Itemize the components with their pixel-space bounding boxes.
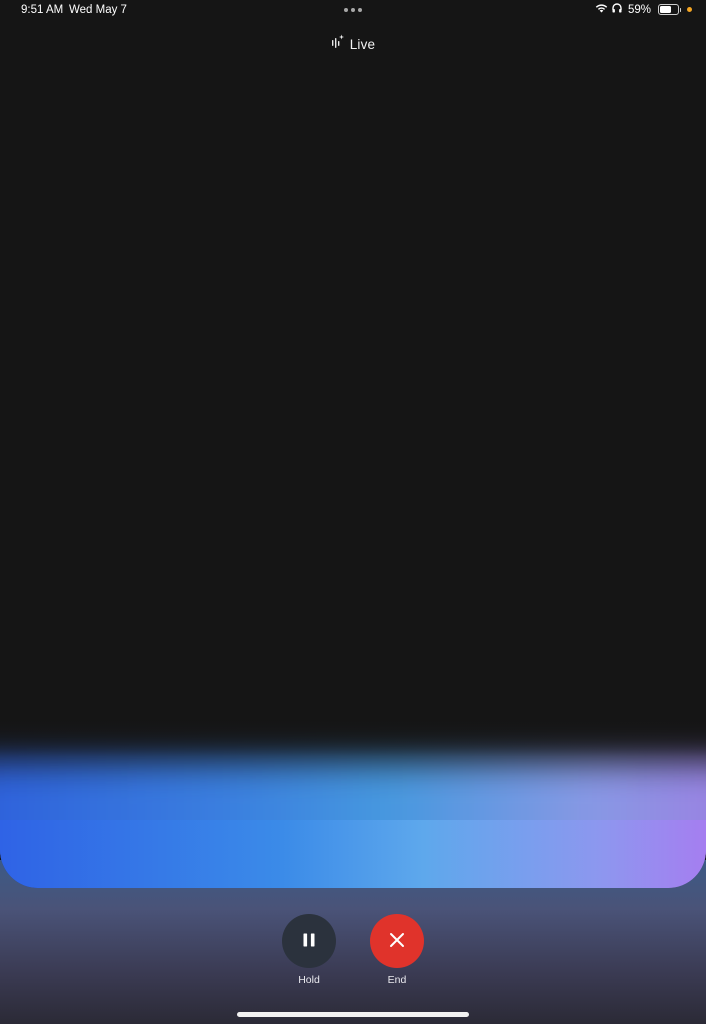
headphones-icon: [612, 3, 622, 16]
close-icon: [389, 932, 405, 951]
live-header: Live: [0, 34, 706, 55]
live-sparkle-waveform-icon: [331, 34, 345, 55]
status-right-group: 59%: [595, 3, 692, 16]
end-label: End: [387, 974, 407, 986]
home-indicator[interactable]: [237, 1012, 469, 1017]
end-button[interactable]: [370, 914, 424, 968]
battery-fill: [660, 6, 672, 13]
battery-icon: [658, 4, 681, 15]
hold-label: Hold: [298, 974, 320, 986]
wifi-icon: [595, 3, 608, 16]
live-screen: 9:51 AM Wed May 7 59% Live Hold End: [0, 0, 706, 1024]
hold-button[interactable]: [282, 914, 336, 968]
more-dots-icon[interactable]: [344, 8, 362, 12]
status-time: 9:51 AM: [21, 4, 64, 16]
live-conversation-area: [0, 0, 706, 888]
pause-icon: [301, 932, 317, 951]
live-title: Live: [349, 37, 376, 52]
status-bar: 9:51 AM Wed May 7 59%: [0, 0, 706, 22]
privacy-indicator-dot: [687, 7, 692, 12]
battery-percent: 59%: [627, 3, 651, 16]
hold-control: Hold: [279, 914, 339, 986]
voice-glow-band: [0, 820, 706, 888]
status-date: Wed May 7: [69, 4, 127, 16]
end-control: End: [367, 914, 427, 986]
